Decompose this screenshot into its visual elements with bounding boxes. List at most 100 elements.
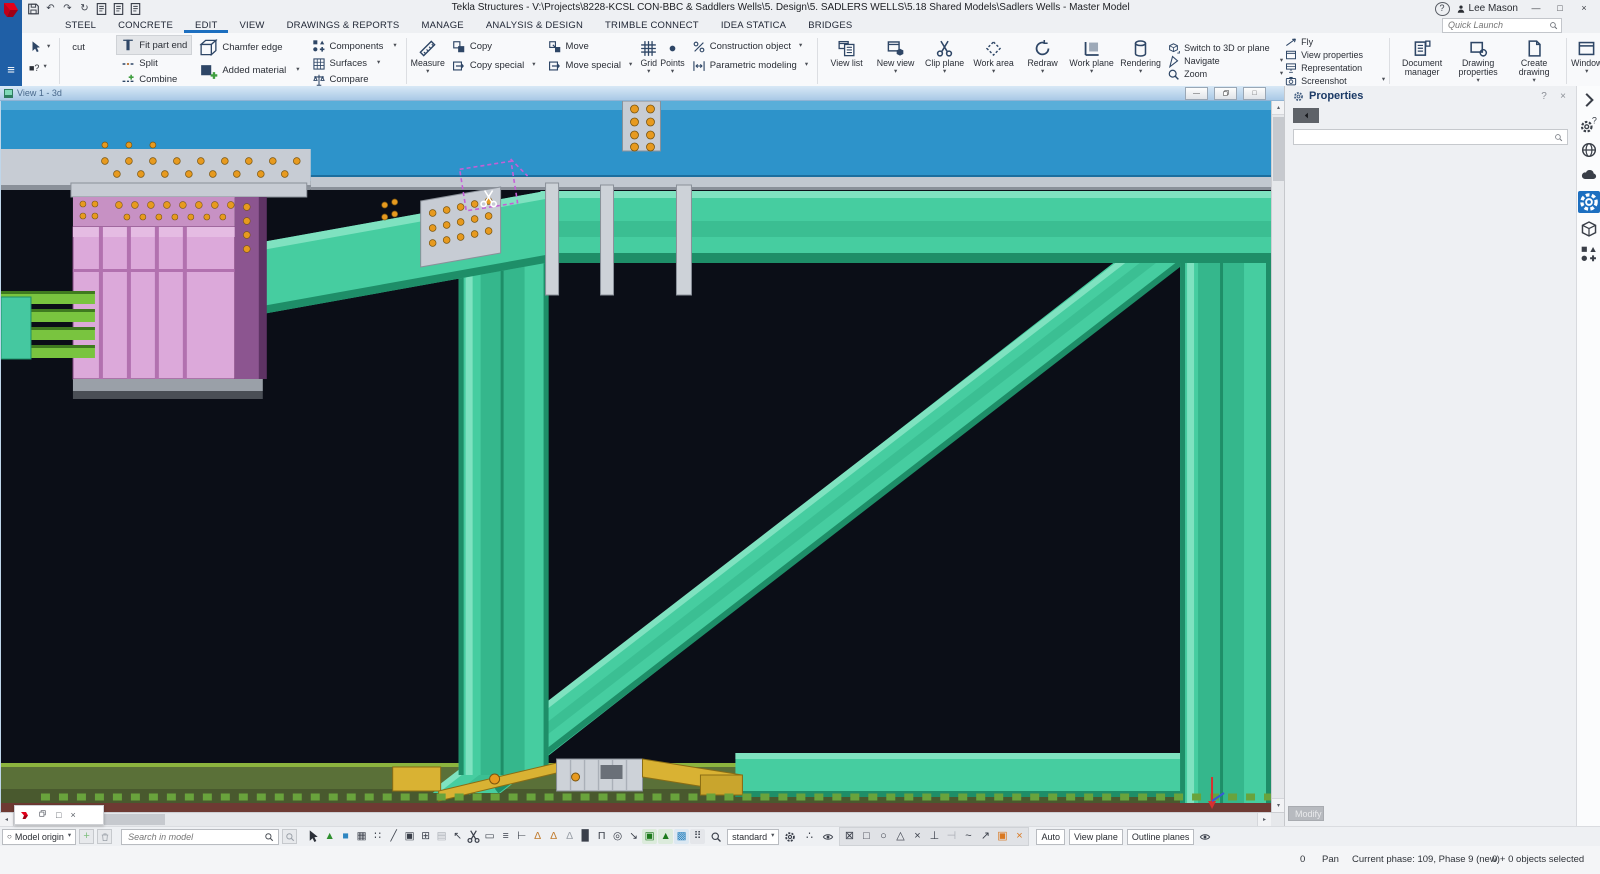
select-parts-switch[interactable]: ■ bbox=[338, 829, 353, 844]
create-drawing-button[interactable]: Create drawing ▾ bbox=[1506, 35, 1562, 87]
select-grid-lines-switch[interactable]: ▤ bbox=[434, 829, 449, 844]
vertical-scrollbar[interactable]: ▴ ▾ bbox=[1271, 101, 1284, 812]
tab-bridges[interactable]: BRIDGES bbox=[797, 17, 863, 33]
undo-icon[interactable]: ↶ bbox=[43, 2, 58, 16]
model-search[interactable] bbox=[121, 829, 279, 845]
chevron-down-icon[interactable]: ▾ bbox=[805, 62, 808, 69]
select-weld-marks-switch[interactable]: Δ bbox=[562, 829, 577, 844]
representation-button[interactable]: Representation bbox=[1285, 62, 1385, 74]
close-button[interactable]: × bbox=[1572, 1, 1596, 16]
mini-restore-button[interactable] bbox=[38, 809, 47, 821]
chevron-down-icon[interactable]: ▾ bbox=[296, 67, 299, 74]
slab-anchor-plate[interactable] bbox=[623, 101, 661, 151]
move-special-button[interactable]: Move special ▾ bbox=[543, 58, 638, 73]
select-distances-switch[interactable]: ≡ bbox=[498, 829, 513, 844]
component-catalog-icon[interactable] bbox=[1580, 116, 1598, 134]
tab-concrete[interactable]: CONCRETE bbox=[107, 17, 184, 33]
snap-override-depth-icon[interactable]: ▣ bbox=[994, 829, 1010, 845]
chevron-down-icon[interactable]: ▾ bbox=[1090, 69, 1093, 76]
add-origin-button[interactable]: + bbox=[79, 829, 94, 844]
select-surfaces-switch[interactable]: ▦ bbox=[354, 829, 369, 844]
snap-settings-icon[interactable] bbox=[782, 829, 798, 845]
plane-type-select[interactable]: Auto bbox=[1036, 829, 1065, 845]
mini-maximize-button[interactable]: □ bbox=[56, 811, 61, 820]
window-button[interactable]: Window ▾ bbox=[1571, 35, 1600, 87]
select-reinforcement-switch[interactable]: Π bbox=[594, 829, 609, 844]
menu-icon[interactable]: ≡ bbox=[7, 63, 15, 76]
help-icon[interactable]: ? bbox=[1435, 2, 1450, 16]
select-points-switch[interactable]: ∷ bbox=[370, 829, 385, 844]
side-pane-arrow-icon[interactable] bbox=[1580, 91, 1598, 109]
outline-planes-select[interactable]: Outline planes bbox=[1127, 829, 1195, 845]
model-canvas[interactable] bbox=[1, 101, 1271, 812]
chevron-down-icon[interactable]: ▾ bbox=[426, 69, 429, 76]
select-logical-welds-switch[interactable]: Δ bbox=[546, 829, 561, 844]
screenshot-button[interactable]: Screenshot ▾ bbox=[1285, 75, 1385, 87]
copy-button[interactable]: Copy bbox=[447, 39, 541, 54]
help-icon[interactable]: ? bbox=[1537, 91, 1551, 102]
select-grids-switch[interactable]: ⊞ bbox=[418, 829, 433, 844]
select-objects-in-assemblies-switch[interactable]: ▲ bbox=[658, 829, 673, 844]
snap-end-points-switch[interactable]: □ bbox=[858, 829, 874, 845]
compare-button[interactable]: Compare bbox=[307, 72, 402, 87]
chevron-down-icon[interactable]: ▾ bbox=[629, 62, 632, 69]
chevron-down-icon[interactable]: ▾ bbox=[1139, 69, 1142, 76]
mini-close-button[interactable]: × bbox=[70, 811, 75, 820]
rendering-preset-select[interactable]: standard ▾ bbox=[727, 829, 779, 845]
chevron-down-icon[interactable]: ▾ bbox=[799, 43, 802, 50]
view-properties-button[interactable]: View properties bbox=[1285, 49, 1385, 61]
parametric-modeling-button[interactable]: Parametric modeling ▾ bbox=[687, 58, 813, 73]
select-cuts-switch[interactable] bbox=[466, 829, 481, 844]
redraw-button[interactable]: Redraw ▾ bbox=[1018, 35, 1067, 87]
vertical-scroll-thumb[interactable] bbox=[1273, 117, 1284, 181]
select-single-objects-switch[interactable]: ▣ bbox=[402, 829, 417, 844]
inquiry-tool-button[interactable]: ■? ▾ bbox=[24, 60, 55, 75]
tab-view[interactable]: VIEW bbox=[228, 17, 275, 33]
applications-components-icon[interactable] bbox=[1580, 245, 1598, 263]
properties-search[interactable] bbox=[1293, 129, 1568, 145]
chevron-down-icon[interactable]: ▾ bbox=[1280, 71, 1283, 78]
navigate-button[interactable]: Navigate ▾ bbox=[1167, 55, 1283, 67]
combine-button[interactable]: Combine bbox=[116, 72, 192, 87]
model-tree-icon[interactable] bbox=[1580, 220, 1598, 238]
select-components-switch[interactable]: ▲ bbox=[322, 829, 337, 844]
select-planes-switch[interactable]: ▭ bbox=[482, 829, 497, 844]
components-button[interactable]: Components ▾ bbox=[307, 37, 402, 55]
view-titlebar[interactable]: View 1 - 3d — □ bbox=[0, 86, 1284, 101]
zoom-selected-icon[interactable] bbox=[708, 829, 724, 845]
minimized-view-window[interactable]: □ × bbox=[14, 805, 104, 825]
model-origin-select[interactable]: ○ Model origin ▾ bbox=[2, 829, 76, 845]
select-tasks-switch[interactable]: ↘ bbox=[626, 829, 641, 844]
chevron-down-icon[interactable]: ▾ bbox=[671, 69, 674, 76]
visibility-icon[interactable] bbox=[820, 829, 836, 845]
rendering-button[interactable]: Rendering ▾ bbox=[1116, 35, 1165, 87]
select-points-grid-switch[interactable]: ⠿ bbox=[690, 829, 705, 844]
fly-button[interactable]: Fly bbox=[1285, 36, 1385, 48]
chevron-down-icon[interactable]: ▾ bbox=[43, 64, 46, 71]
chevron-down-icon[interactable]: ▾ bbox=[393, 43, 396, 50]
new-view-button[interactable]: New view ▾ bbox=[871, 35, 920, 87]
zoom-button[interactable]: Zoom ▾ bbox=[1167, 68, 1283, 80]
switch-3d-plane-button[interactable]: Switch to 3D or plane bbox=[1167, 42, 1283, 54]
clip-plane-button[interactable]: Clip plane ▾ bbox=[920, 35, 969, 87]
maximize-button[interactable]: □ bbox=[1548, 1, 1572, 16]
redo-icon[interactable]: ↷ bbox=[60, 2, 75, 16]
construction-object-button[interactable]: Construction object ▾ bbox=[687, 39, 813, 54]
view-minimize-button[interactable]: — bbox=[1185, 87, 1208, 100]
snap-perpendicular-switch[interactable]: ⊥ bbox=[926, 829, 942, 845]
chamfer-edge-button[interactable]: Chamfer edge bbox=[194, 37, 304, 58]
snap-priority-icon[interactable]: ∴ bbox=[801, 829, 817, 845]
chevron-down-icon[interactable]: ▾ bbox=[1476, 78, 1479, 85]
measure-button[interactable]: Measure ▾ bbox=[411, 35, 445, 87]
added-material-button[interactable]: Added material ▾ bbox=[194, 60, 304, 81]
fit-part-end-button[interactable]: Fit part end bbox=[116, 35, 192, 55]
report-icon[interactable] bbox=[111, 2, 126, 16]
scroll-left-button[interactable]: ◂ bbox=[0, 813, 14, 826]
close-icon[interactable]: × bbox=[1556, 91, 1570, 102]
back-button[interactable] bbox=[1293, 108, 1319, 123]
tab-analysis-design[interactable]: ANALYSIS & DESIGN bbox=[475, 17, 594, 33]
delete-origin-button[interactable] bbox=[97, 829, 112, 844]
move-button[interactable]: Move bbox=[543, 39, 638, 54]
split-button[interactable]: Split bbox=[116, 56, 192, 71]
view-list-button[interactable]: View list bbox=[822, 35, 871, 87]
